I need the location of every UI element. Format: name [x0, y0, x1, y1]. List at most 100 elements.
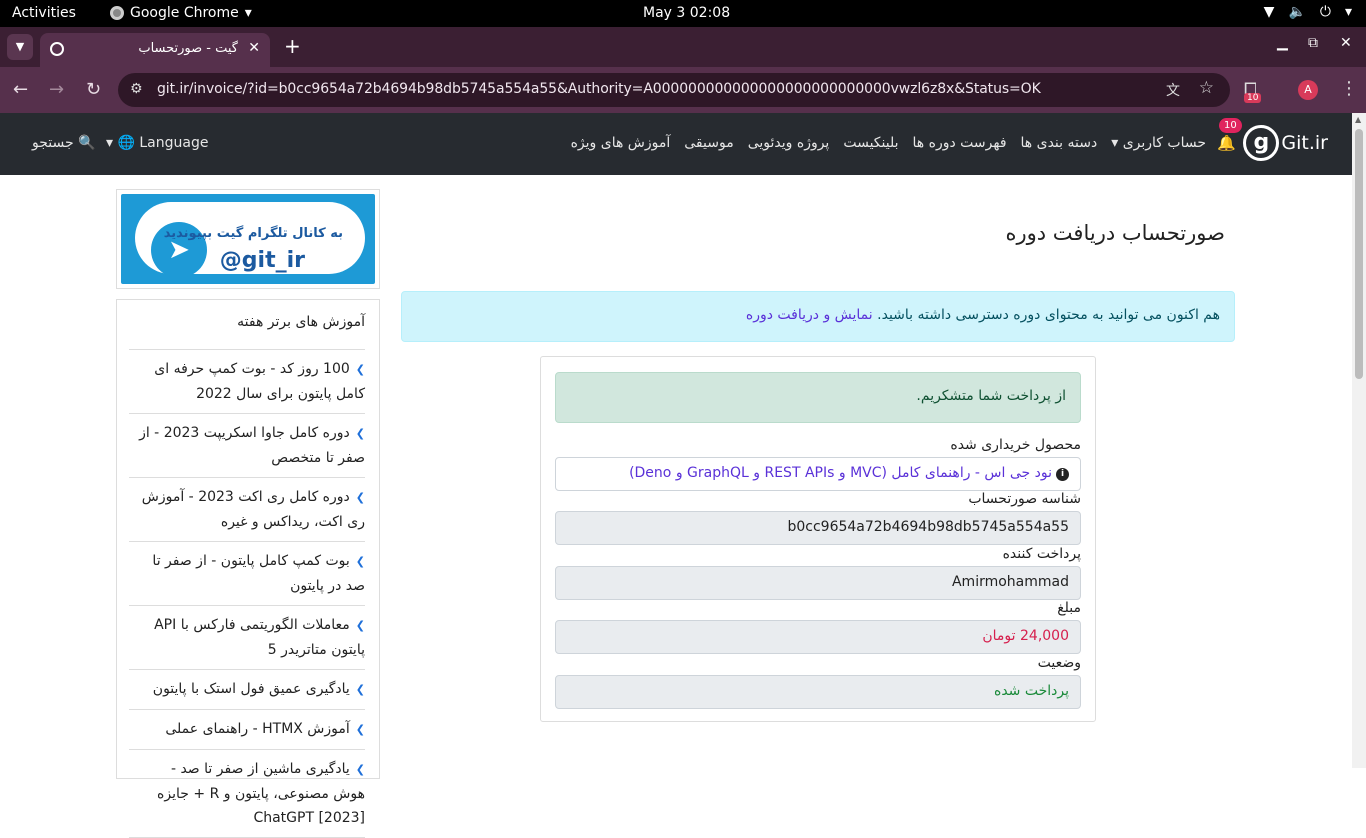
product-label: محصول خریداری شده — [950, 437, 1081, 453]
tab-strip: ▼ گیت - صورتحساب ✕ + ▁ ⧉ ✕ — [0, 27, 1366, 67]
amount-value: 24,000 تومان — [982, 628, 1069, 644]
list-item[interactable]: ❯یادگیری ماشین از صفر تا صد - هوش مصنوعی… — [129, 750, 365, 838]
bookmark-star-icon[interactable]: ☆ — [1199, 78, 1214, 98]
notification-badge: 10 — [1219, 118, 1242, 133]
system-tray[interactable]: ▼ 🔈 ⏻ ▾ — [1264, 4, 1352, 20]
caret-down-icon: ▾ — [244, 5, 252, 21]
list-item-label: 100 روز کد - بوت کمپ حرفه ای کامل پایتون… — [154, 361, 365, 402]
tab-search-button[interactable]: ▼ — [7, 34, 33, 60]
chevron-left-icon: ❯ — [355, 763, 365, 776]
page-title: صورتحساب دریافت دوره — [1005, 221, 1225, 245]
success-alert: از پرداخت شما متشکریم. — [555, 372, 1081, 423]
chevron-left-icon: ❯ — [355, 491, 365, 504]
scroll-up-icon[interactable]: ▲ — [1355, 115, 1361, 124]
os-top-bar: Activities Google Chrome ▾ May 3 02:08 ▼… — [0, 0, 1366, 27]
power-icon: ⏻ — [1319, 4, 1331, 20]
site-logo[interactable]: g Git.ir — [1243, 125, 1328, 161]
list-item[interactable]: ❯ آموزش HTMX - راهنمای عملی — [129, 710, 365, 750]
list-item[interactable]: ❯ یادگیری عمیق فول استک با پایتون — [129, 670, 365, 710]
list-item-label: آموزش HTMX - راهنمای عملی — [165, 721, 350, 737]
minimize-icon[interactable]: ▁ — [1277, 35, 1288, 51]
caret-down-icon: ▾ — [1111, 135, 1119, 151]
list-item[interactable]: ❯معاملات الگوریتمی فارکس با API پایتون م… — [129, 606, 365, 670]
status-label: وضعیت — [1037, 655, 1081, 671]
chevron-left-icon: ❯ — [355, 723, 365, 736]
logo-mark-icon: g — [1243, 125, 1280, 161]
nav-item-music[interactable]: موسیقی — [684, 135, 733, 151]
language-label: Language — [139, 135, 209, 151]
reload-icon[interactable]: ↻ — [86, 79, 101, 100]
product-field: i نود جی اس - راهنمای کامل (MVC و REST AP… — [555, 457, 1081, 491]
invoice-id-field[interactable]: b0cc9654a72b4694b98db5745a554a55 — [555, 511, 1081, 545]
list-item-label: یادگیری عمیق فول استک با پایتون — [152, 681, 350, 697]
profile-avatar[interactable]: A — [1298, 80, 1318, 100]
chevron-left-icon: ❯ — [355, 619, 365, 632]
address-bar[interactable]: ⚙ git.ir/invoice/?id=b0cc9654a72b4694b98… — [118, 73, 1230, 107]
forward-icon[interactable]: → — [49, 79, 64, 100]
nav-item-special-courses[interactable]: آموزش های ویژه — [571, 135, 671, 151]
payer-field[interactable]: Amirmohammad — [555, 566, 1081, 600]
status-field[interactable]: پرداخت شده — [555, 675, 1081, 709]
chevron-left-icon: ❯ — [355, 363, 365, 376]
list-item-label: دوره کامل ری اکت 2023 - آموزش ری اکت، ری… — [141, 489, 365, 530]
tab-title: گیت - صورتحساب — [138, 41, 238, 56]
bell-icon[interactable]: 🔔 — [1217, 134, 1236, 152]
maximize-icon[interactable]: ⧉ — [1308, 35, 1318, 51]
close-tab-icon[interactable]: ✕ — [248, 40, 260, 56]
view-course-link[interactable]: نمایش و دریافت دوره — [746, 307, 873, 323]
amount-field[interactable]: 24,000 تومان — [555, 620, 1081, 654]
globe-icon: 🌐 — [117, 135, 135, 151]
list-item-label: بوت کمپ کامل پایتون - از صفر تا صد در پا… — [152, 553, 365, 594]
close-window-icon[interactable]: ✕ — [1340, 35, 1352, 51]
nav-item-account[interactable]: حساب کاربری ▾ — [1111, 135, 1206, 151]
language-dropdown[interactable]: ▾ 🌐 Language — [106, 135, 208, 151]
product-link[interactable]: i نود جی اس - راهنمای کامل (MVC و REST AP… — [629, 465, 1069, 481]
info-alert-text: هم اکنون می توانید به محتوای دوره دسترسی… — [746, 307, 1220, 323]
chrome-icon — [110, 6, 124, 20]
scrollbar-thumb[interactable] — [1355, 129, 1363, 379]
list-item-label: یادگیری ماشین از صفر تا صد - هوش مصنوعی،… — [157, 761, 365, 826]
payer-label: پرداخت کننده — [1002, 546, 1081, 562]
list-item[interactable]: ❯100 روز کد - بوت کمپ حرفه ای کامل پایتو… — [129, 350, 365, 414]
chevron-left-icon: ❯ — [355, 683, 365, 696]
wifi-icon: ▼ — [1263, 4, 1275, 20]
clock[interactable]: May 3 02:08 — [643, 5, 730, 21]
nav-item-blinkist[interactable]: بلینکیست — [843, 135, 898, 151]
page-scrollbar[interactable]: ▲ — [1352, 113, 1366, 768]
amount-label: مبلغ — [1057, 600, 1081, 616]
product-value: نود جی اس - راهنمای کامل (MVC و REST API… — [629, 465, 1052, 481]
banner-pill: ➤ به کانال تلگرام گیت بپیوندید @git_ir — [135, 202, 365, 278]
nav-item-video-projects[interactable]: پروژه ویدئویی — [748, 135, 830, 151]
back-icon[interactable]: ← — [13, 79, 28, 100]
nav-item-categories[interactable]: دسته بندی ها — [1021, 135, 1098, 151]
nav-item-course-list[interactable]: فهرست دوره ها — [913, 135, 1007, 151]
activities-button[interactable]: Activities — [12, 5, 76, 21]
translate-icon[interactable]: 文 — [1166, 80, 1180, 100]
site-info-icon[interactable]: ⚙ — [130, 81, 143, 97]
status-value: پرداخت شده — [993, 683, 1069, 699]
invoice-id-label: شناسه صورتحساب — [968, 491, 1081, 507]
chrome-menu-icon[interactable]: ⋮ — [1340, 78, 1358, 99]
site-navbar: g Git.ir 🔔 10 آموزش های ویژه موسیقی پروژ… — [0, 113, 1352, 175]
caret-down-icon: ▾ — [1344, 4, 1352, 20]
telegram-banner[interactable]: ➤ به کانال تلگرام گیت بپیوندید @git_ir — [116, 189, 380, 289]
new-tab-button[interactable]: + — [284, 34, 301, 58]
top-courses-panel: آموزش های برتر هفته ❯100 روز کد - بوت کم… — [116, 299, 380, 838]
toolbar: ← → ↻ ⚙ git.ir/invoice/?id=b0cc9654a72b4… — [0, 67, 1366, 113]
chevron-left-icon: ❯ — [355, 427, 365, 440]
url-text[interactable]: git.ir/invoice/?id=b0cc9654a72b4694b98db… — [157, 81, 1041, 97]
chevron-left-icon: ❯ — [355, 555, 365, 568]
app-menu[interactable]: Google Chrome ▾ — [110, 5, 252, 21]
banner-line1: به کانال تلگرام گیت بپیوندید — [163, 226, 343, 241]
list-item-label: دوره کامل جاوا اسکریپت 2023 - از صفر تا … — [139, 425, 365, 466]
active-tab[interactable]: گیت - صورتحساب ✕ — [40, 33, 270, 67]
info-message: هم اکنون می توانید به محتوای دوره دسترسی… — [877, 307, 1220, 323]
main-menu: آموزش های ویژه موسیقی پروژه ویدئویی بلین… — [571, 135, 1206, 151]
app-name: Google Chrome — [130, 5, 239, 21]
logo-text: Git.ir — [1281, 132, 1328, 154]
list-item[interactable]: ❯بوت کمپ کامل پایتون - از صفر تا صد در پ… — [129, 542, 365, 606]
search-link[interactable]: جستجو 🔍 — [32, 135, 96, 151]
top-courses-title: آموزش های برتر هفته — [237, 314, 365, 330]
list-item[interactable]: ❯دوره کامل جاوا اسکریپت 2023 - از صفر تا… — [129, 414, 365, 478]
list-item[interactable]: ❯دوره کامل ری اکت 2023 - آموزش ری اکت، ر… — [129, 478, 365, 542]
